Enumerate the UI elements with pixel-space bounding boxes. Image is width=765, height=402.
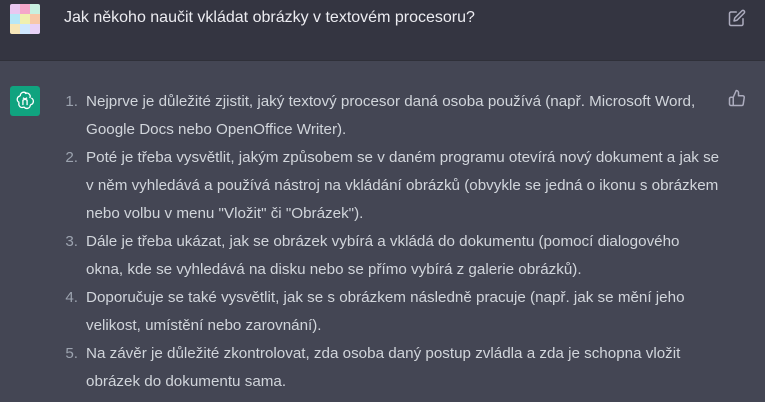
avatar-pixel — [30, 4, 40, 14]
list-number: 1. — [65, 93, 78, 110]
user-message-row: Jak někoho naučit vkládat obrázky v text… — [0, 0, 765, 61]
list-number: 2. — [65, 149, 78, 166]
user-message: Jak někoho naučit vkládat obrázky v text… — [64, 9, 475, 26]
avatar-pixel — [30, 24, 40, 34]
list-item: 1. Nejprve je důležité zjistit, jaký text… — [60, 88, 720, 144]
list-text: Doporučuje se také vysvětlit, jak se s o… — [86, 289, 685, 334]
list-number: 3. — [65, 233, 78, 250]
avatar-pixel — [30, 14, 40, 24]
assistant-message-row: 1. Nejprve je důležité zjistit, jaký text… — [0, 61, 765, 402]
list-text: Poté je třeba vysvětlit, jakým způsobem … — [86, 149, 720, 222]
avatar-pixel — [20, 24, 30, 34]
answer-list: 1. Nejprve je důležité zjistit, jaký text… — [60, 88, 720, 396]
list-number: 5. — [65, 345, 78, 362]
list-item: 4. Doporučuje se také vysvětlit, jak se s… — [60, 284, 720, 340]
list-text: Na závěr je důležité zkontrolovat, zda o… — [86, 345, 681, 390]
avatar-pixel — [10, 14, 20, 24]
avatar-pixel — [20, 14, 30, 24]
avatar-pixel — [20, 4, 30, 14]
avatar-pixel — [10, 24, 20, 34]
list-text: Dále je třeba ukázat, jak se obrázek vyb… — [86, 233, 680, 278]
user-avatar — [10, 4, 40, 34]
list-item: 3. Dále je třeba ukázat, jak se obrázek v… — [60, 228, 720, 284]
edit-icon[interactable] — [728, 9, 746, 27]
list-number: 4. — [65, 289, 78, 306]
list-text: Nejprve je důležité zjistit, jaký textov… — [86, 93, 696, 138]
list-item: 2. Poté je třeba vysvětlit, jakým způsobe… — [60, 144, 720, 228]
list-item: 5. Na závěr je důležité zkontrolovat, zda… — [60, 340, 720, 396]
openai-logo-icon — [10, 86, 40, 116]
avatar-pixel — [10, 4, 20, 14]
thumbs-up-icon[interactable] — [728, 89, 746, 107]
